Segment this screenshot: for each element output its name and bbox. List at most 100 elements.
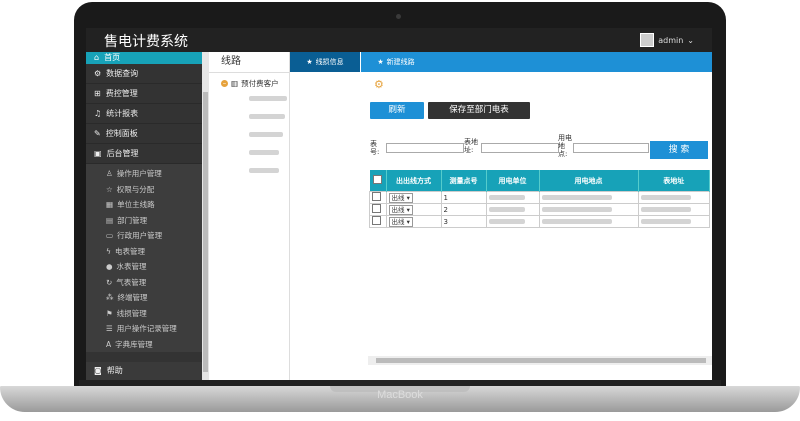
sub-item-line-loss[interactable]: ⚑ 线损管理 — [86, 306, 202, 322]
scrollbar-thumb[interactable] — [203, 92, 208, 372]
chevron-down-icon: ⌄ — [687, 35, 694, 45]
sitemap-icon: ⊞ — [94, 89, 101, 98]
sub-item-main-lines[interactable]: ▦ 单位主线路 — [86, 197, 202, 213]
line-tree-panel: 线路 – ▥ 预付费客户 — [209, 52, 290, 380]
sub-item-water-meters[interactable]: ● 水表管理 — [86, 259, 202, 275]
sub-item-terminals[interactable]: ⁂ 终端管理 — [86, 290, 202, 306]
sidebar-item-help[interactable]: ◙ 帮助 — [86, 362, 210, 380]
tab-line-loss-info[interactable]: ★ 线损信息 — [290, 52, 360, 72]
sidebar-item-reports[interactable]: ♫ 统计报表 — [86, 104, 202, 124]
list-icon: ☰ — [106, 324, 113, 333]
sub-item-label: 终端管理 — [117, 293, 148, 302]
col-header: 用电地点 — [539, 170, 639, 192]
mode-cell[interactable]: 出线 ▾ — [385, 215, 442, 228]
font-icon: A — [106, 339, 112, 349]
table-row[interactable]: 出线 ▾ 1 — [369, 191, 710, 204]
mode-cell[interactable]: 出线 ▾ — [385, 203, 442, 216]
sidebar-item-data-query[interactable]: ⚙ 数据查询 — [86, 64, 202, 84]
sub-item-permissions[interactable]: ☆ 权限与分配 — [86, 182, 202, 198]
sidebar: ⌂ 首页 ⚙ 数据查询 ⊞ 费控管理 ♫ 统计报表 ✎ 控制面板 ▣ 后台管理 … — [86, 52, 210, 380]
table-row[interactable]: 出线 ▾ 2 — [369, 203, 710, 216]
point-cell: 3 — [440, 215, 487, 228]
sub-item-dictionary[interactable]: A 字典库管理 — [86, 337, 202, 353]
terminal-icon: ⁂ — [106, 293, 114, 302]
row-checkbox[interactable] — [372, 216, 381, 225]
table-row[interactable]: 出线 ▾ 3 — [369, 215, 710, 228]
tree-node-blurred[interactable] — [249, 132, 283, 137]
location-cell — [538, 215, 639, 228]
location-cell — [538, 203, 639, 216]
tree-root-node[interactable]: – ▥ 预付费客户 — [221, 78, 279, 89]
screen: 售电计费系统 admin ⌄ ⌂ 首页 ⚙ 数据查询 ⊞ 费控管理 ♫ 统计报表… — [86, 28, 712, 380]
mode-select[interactable]: 出线 ▾ — [388, 192, 413, 203]
tree-node-blurred[interactable] — [249, 150, 279, 155]
sidebar-item-fee-control[interactable]: ⊞ 费控管理 — [86, 84, 202, 104]
blurred-value — [541, 195, 612, 200]
collapse-icon[interactable]: – — [221, 80, 228, 87]
save-to-dept-meter-button[interactable]: 保存至部门电表 — [428, 102, 530, 119]
blurred-value — [640, 195, 691, 200]
avatar — [640, 33, 655, 47]
row-select-cell[interactable] — [369, 203, 387, 216]
users-icon: ♙ — [106, 169, 113, 178]
meter-no-input[interactable] — [386, 143, 464, 153]
row-select-cell[interactable] — [369, 191, 387, 204]
tree-node-blurred[interactable] — [249, 96, 287, 101]
scrollbar-thumb[interactable] — [376, 358, 706, 363]
row-select-cell[interactable] — [369, 215, 387, 228]
sidebar-item-home[interactable]: ⌂ 首页 — [86, 52, 202, 64]
sub-item-label: 部门管理 — [117, 215, 148, 225]
mode-select[interactable]: 出线 ▾ — [388, 216, 413, 227]
point-cell: 2 — [440, 203, 487, 216]
grid-icon: ▦ — [106, 200, 114, 209]
tree-root-label: 预付费客户 — [241, 79, 279, 88]
col-header: 用电单位 — [486, 170, 540, 192]
sidebar-item-control-panel[interactable]: ✎ 控制面板 — [86, 124, 202, 144]
meter-no-label: 表号: — [370, 140, 380, 156]
tab-bar: ★ 线损信息 ★ 新建线路 — [290, 52, 712, 72]
refresh-button[interactable]: 刷新 — [370, 102, 424, 119]
sub-item-gas-meters[interactable]: ↻ 气表管理 — [86, 275, 202, 291]
user-menu[interactable]: admin ⌄ — [640, 33, 694, 47]
unit-cell — [485, 191, 540, 204]
usage-point-input[interactable] — [573, 143, 649, 153]
col-header: 表地址 — [638, 170, 710, 192]
sub-item-label: 气表管理 — [116, 277, 147, 287]
select-all-checkbox[interactable] — [373, 175, 382, 184]
table-horizontal-scrollbar[interactable] — [368, 356, 712, 365]
blurred-value — [488, 219, 525, 224]
admin-submenu: ♙ 操作用户管理 ☆ 权限与分配 ▦ 单位主线路 ▤ 部门管理 ▭ 行政用户管理 ϟ 电表管… — [86, 164, 202, 352]
sidebar-item-admin[interactable]: ▣ 后台管理 — [86, 144, 202, 164]
settings-gear-icon[interactable]: ⚙ — [374, 78, 384, 91]
col-header: 测量点号 — [441, 170, 487, 192]
tab-new-line[interactable]: ★ 新建线路 — [360, 52, 431, 72]
tree-node-blurred[interactable] — [249, 168, 279, 173]
tree-node-blurred[interactable] — [249, 114, 285, 119]
sub-item-departments[interactable]: ▤ 部门管理 — [86, 213, 202, 229]
blurred-value — [488, 207, 525, 212]
bell-icon: ♫ — [94, 109, 102, 118]
briefcase-icon: ▣ — [94, 149, 102, 158]
row-checkbox[interactable] — [372, 192, 381, 201]
sidebar-scrollbar[interactable] — [202, 52, 209, 380]
user-name: admin — [658, 35, 684, 45]
mode-cell[interactable]: 出线 ▾ — [385, 191, 442, 204]
select-all-header[interactable] — [369, 170, 387, 192]
blurred-value — [640, 219, 691, 224]
sub-item-admin-users[interactable]: ▭ 行政用户管理 — [86, 228, 202, 244]
mode-value: 出线 — [391, 217, 405, 226]
search-button[interactable]: 搜 索 — [650, 141, 708, 159]
camera-icon — [396, 14, 401, 19]
sub-item-op-logs[interactable]: ☰ 用户操作记录管理 — [86, 321, 202, 337]
table-icon: ▤ — [106, 215, 114, 225]
pencil-icon: ✎ — [94, 129, 101, 138]
sub-item-meters[interactable]: ϟ 电表管理 — [86, 244, 202, 260]
sub-item-operators[interactable]: ♙ 操作用户管理 — [86, 166, 202, 182]
sidebar-item-label: 费控管理 — [105, 89, 138, 98]
sub-item-label: 水表管理 — [116, 262, 147, 271]
usage-point-label: 用电地点: — [558, 134, 572, 158]
mode-select[interactable]: 出线 ▾ — [388, 204, 413, 215]
meter-addr-input[interactable] — [481, 143, 559, 153]
row-checkbox[interactable] — [372, 204, 381, 213]
sub-item-label: 字典库管理 — [115, 339, 153, 349]
